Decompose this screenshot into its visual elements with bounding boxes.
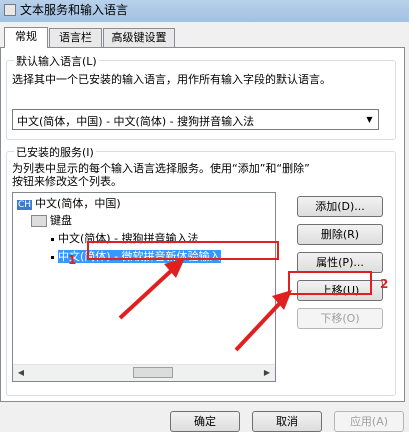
- tab-language-bar[interactable]: 语言栏: [49, 28, 102, 47]
- highlight-box-selected-item: [87, 241, 279, 260]
- tab-language-bar-label: 语言栏: [59, 31, 92, 44]
- default-language-group-title: 默认输入语言(L): [14, 53, 99, 69]
- tab-advanced-keys-label: 高级键设置: [111, 31, 167, 44]
- bullet-icon: [51, 237, 54, 241]
- highlight-box-remove-button: [288, 271, 372, 295]
- installed-services-group-title: 已安装的服务(I): [14, 144, 96, 160]
- add-button[interactable]: 添加(D)...: [297, 196, 383, 217]
- title-bar: 文本服务和输入语言: [0, 0, 409, 22]
- properties-button[interactable]: 属性(P)...: [297, 252, 383, 273]
- window-title: 文本服务和输入语言: [20, 3, 129, 17]
- apply-button: 应用(A): [334, 411, 404, 432]
- tree-keyboard-node[interactable]: 键盘: [31, 214, 72, 228]
- annotation-marker-1: 1: [68, 253, 77, 267]
- cancel-button[interactable]: 取消: [252, 411, 322, 432]
- default-language-value: 中文(简体，中国) - 中文(简体) - 搜狗拼音输入法: [17, 115, 255, 128]
- tree-keyboard-label: 键盘: [50, 214, 72, 227]
- tab-general[interactable]: 常规: [4, 27, 48, 48]
- language-badge: CH: [17, 200, 33, 210]
- ok-button[interactable]: 确定: [170, 411, 240, 432]
- tab-panel-general: 默认输入语言(L) 选择其中一个已安装的输入语言，用作所有输入字段的默认语言。 …: [0, 47, 405, 402]
- default-language-group: 默认输入语言(L) 选择其中一个已安装的输入语言，用作所有输入字段的默认语言。 …: [6, 53, 396, 140]
- remove-button[interactable]: 删除(R): [297, 224, 383, 245]
- scroll-left-icon[interactable]: ◀: [13, 365, 29, 381]
- window-icon: [4, 4, 16, 16]
- dropdown-arrow-icon[interactable]: ▼: [361, 110, 378, 129]
- installed-services-description-2: 按钮来修改这个列表。: [12, 175, 122, 188]
- annotation-marker-2: 2: [380, 277, 389, 291]
- keyboard-icon: [31, 215, 47, 227]
- scroll-right-icon[interactable]: ▶: [259, 365, 275, 381]
- tree-horizontal-scrollbar[interactable]: ◀ ▶: [13, 364, 275, 381]
- move-down-button: 下移(O): [297, 308, 383, 329]
- tab-general-label: 常规: [15, 30, 37, 43]
- tab-strip: 常规 语言栏 高级键设置: [0, 27, 409, 48]
- tab-advanced-keys[interactable]: 高级键设置: [103, 28, 175, 47]
- tree-language-node[interactable]: CH 中文(简体，中国): [17, 197, 121, 212]
- default-language-select[interactable]: 中文(简体，中国) - 中文(简体) - 搜狗拼音输入法 ▼: [12, 109, 379, 130]
- tree-language-label: 中文(简体，中国): [35, 197, 121, 210]
- default-language-description: 选择其中一个已安装的输入语言，用作所有输入字段的默认语言。: [12, 73, 331, 86]
- services-tree[interactable]: CH 中文(简体，中国) 键盘 中文(简体) - 搜狗拼音输入法 中文(简体) -…: [12, 192, 276, 382]
- bullet-icon: [51, 255, 54, 259]
- scroll-thumb[interactable]: [133, 367, 173, 378]
